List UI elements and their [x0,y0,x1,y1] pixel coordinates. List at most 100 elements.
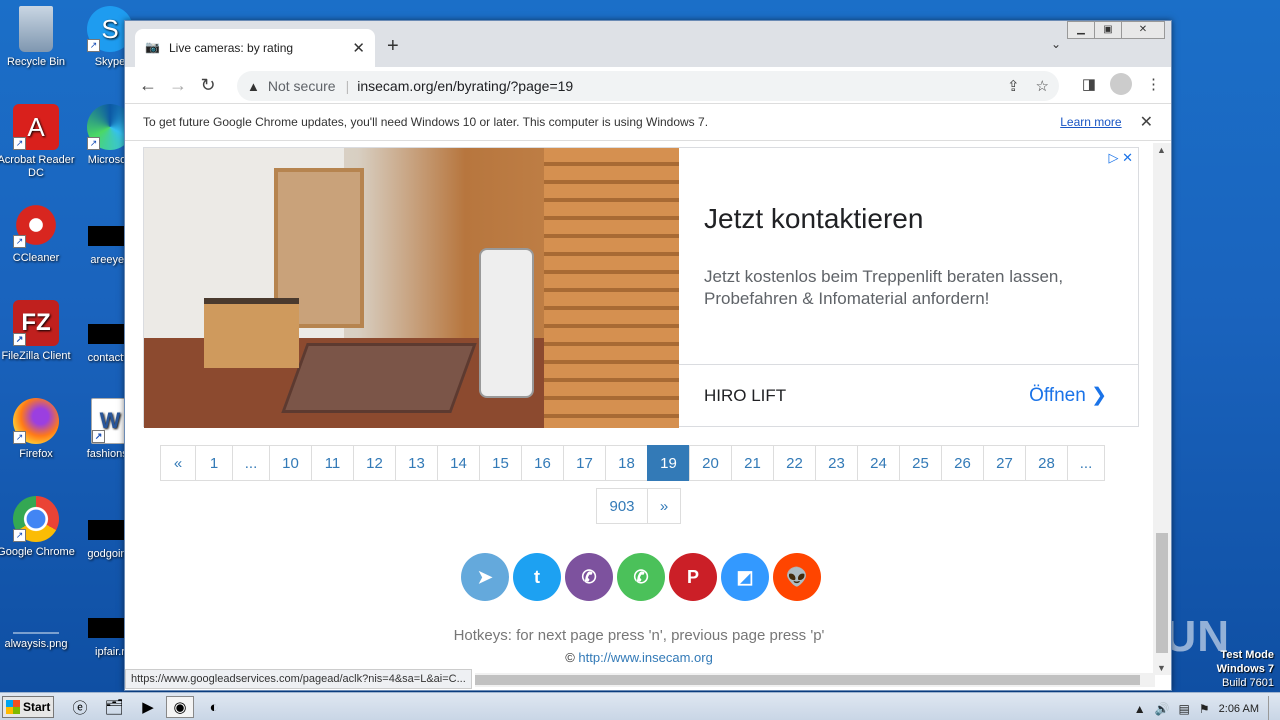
clock[interactable]: 2:06 AM [1219,703,1259,715]
taskbar-explorer-icon[interactable]: 🗂 [100,696,128,718]
tab-close-icon[interactable]: ✕ [352,39,365,57]
page-link[interactable]: 13 [395,445,438,481]
taskbar-media-player-icon[interactable]: ▶ [134,696,162,718]
horizontal-scrollbar[interactable] [475,673,1155,687]
delicious-share-icon[interactable]: ◩ [721,553,769,601]
address-bar[interactable]: ▲ Not secure | insecam.org/en/byrating/?… [237,71,1059,101]
ad-image-rug [281,343,477,413]
horizontal-scroll-thumb[interactable] [475,675,1140,685]
windows-logo-icon [6,700,20,714]
ad-image-cabinet [204,298,299,368]
url-text[interactable]: insecam.org/en/byrating/?page=19 [357,78,991,94]
desktop-icon-ccleaner[interactable]: ↗ CCleaner [0,202,76,265]
adchoices-icon[interactable]: ▷ ✕ [1108,150,1133,166]
test-mode-notice: Test Mode Windows 7 Build 7601 [1217,648,1274,690]
reload-icon[interactable]: ↻ [193,75,223,96]
copyright: © http://www.insecam.org [125,650,1153,665]
page-link[interactable]: 11 [311,445,354,481]
advertisement[interactable]: ▷ ✕ Jetzt kontaktieren Jetzt kostenlos b… [143,147,1139,428]
tab-search-chevron-icon[interactable]: ⌄ [1051,37,1061,51]
infobar-message: To get future Google Chrome updates, you… [143,115,709,129]
page-link[interactable]: 16 [521,445,564,481]
ad-brand[interactable]: HIRO LIFT [704,386,786,406]
filezilla-icon: FZ ↗ [13,300,59,346]
page-link[interactable]: 19 [647,445,690,481]
page-link[interactable]: 22 [773,445,816,481]
share-icon[interactable]: ⇪ [1007,77,1020,95]
page-link[interactable]: 27 [983,445,1026,481]
desktop-icon-acrobat[interactable]: A ↗ Acrobat Reader DC [0,104,76,180]
page-link[interactable]: 18 [605,445,648,481]
page-link[interactable]: 26 [941,445,984,481]
page-link[interactable]: » [647,488,681,524]
desktop-icon-image[interactable]: alwaysis.png [0,594,76,651]
whatsapp-share-icon[interactable]: ✆ [617,553,665,601]
page-link[interactable]: 25 [899,445,942,481]
back-arrow-icon[interactable]: ← [133,75,163,96]
viber-share-icon[interactable]: ✆ [565,553,613,601]
insecam-link[interactable]: http://www.insecam.org [578,650,712,665]
ad-image-stairlift-chair [479,248,534,398]
page-link[interactable]: ... [1067,445,1105,481]
not-secure-label[interactable]: Not secure [268,78,336,94]
bookmark-star-icon[interactable]: ☆ [1036,77,1049,95]
action-center-flag-icon[interactable]: ⚑ [1199,702,1210,716]
close-window-button[interactable]: ✕ [1121,21,1165,39]
start-button[interactable]: Start [2,696,54,718]
vertical-scrollbar[interactable]: ▲ ▼ [1153,143,1171,675]
page-link[interactable]: 15 [479,445,522,481]
file-icon [88,618,124,638]
maximize-button[interactable]: ▣ [1094,21,1122,39]
infobar-close-icon[interactable]: ✕ [1140,112,1153,132]
taskbar-edge-icon[interactable]: ◐ [200,696,228,718]
taskbar-chrome-icon[interactable]: ◉ [166,696,194,718]
minimize-button[interactable]: ▁ [1067,21,1095,39]
page-link[interactable]: 1 [195,445,233,481]
file-icon [88,520,124,540]
tab-live-cameras[interactable]: 📷 Live cameras: by rating ✕ [135,29,375,67]
hotkeys-hint: Hotkeys: for next page press 'n', previo… [453,627,825,644]
page-link[interactable]: ... [232,445,270,481]
ad-description[interactable]: Jetzt kostenlos beim Treppenlift beraten… [704,266,1114,310]
scroll-up-arrow-icon[interactable]: ▲ [1157,145,1166,155]
telegram-share-icon[interactable]: ➤ [461,553,509,601]
new-tab-button[interactable]: + [387,35,399,58]
tab-strip: 📷 Live cameras: by rating ✕ + ⌄ ▁ ▣ ✕ [125,21,1171,67]
reddit-share-icon[interactable]: 👽 [773,553,821,601]
tray-expand-icon[interactable]: ▲ [1134,702,1146,716]
page-link[interactable]: 20 [689,445,732,481]
desktop-icon-recycle-bin[interactable]: Recycle Bin [0,6,76,69]
ad-headline[interactable]: Jetzt kontaktieren [704,203,923,235]
start-label: Start [23,700,51,714]
page-link[interactable]: 10 [269,445,312,481]
volume-icon[interactable]: 🔊 [1155,702,1170,716]
learn-more-link[interactable]: Learn more [1060,115,1121,129]
desktop-icon-firefox[interactable]: ↗ Firefox [0,398,76,461]
network-icon[interactable]: ▤ [1179,702,1190,716]
profile-avatar-icon[interactable] [1110,73,1132,95]
desktop-icon-chrome[interactable]: ↗ Google Chrome [0,496,76,559]
page-link[interactable]: 24 [857,445,900,481]
show-desktop-button[interactable] [1268,696,1280,720]
scroll-thumb[interactable] [1156,533,1168,653]
desktop-icon-filezilla[interactable]: FZ ↗ FileZilla Client [0,300,76,363]
taskbar-ie-icon[interactable]: ⓔ [66,696,94,718]
page-link[interactable]: 28 [1025,445,1068,481]
page-link[interactable]: 23 [815,445,858,481]
twitter-share-icon[interactable]: t [513,553,561,601]
page-link[interactable]: 12 [353,445,396,481]
warning-triangle-icon[interactable]: ▲ [247,79,260,94]
page-link[interactable]: « [160,445,196,481]
ad-open-button[interactable]: Öffnen ❯ [1029,384,1107,407]
file-icon [88,226,124,246]
side-panel-icon[interactable]: ◨ [1082,75,1096,93]
menu-kebab-icon[interactable]: ⋮ [1146,75,1161,93]
ad-image-stairlift[interactable] [144,148,679,428]
page-link[interactable]: 17 [563,445,606,481]
scroll-down-arrow-icon[interactable]: ▼ [1157,663,1166,673]
page-link[interactable]: 14 [437,445,480,481]
forward-arrow-icon[interactable]: → [163,75,193,96]
page-link[interactable]: 903 [596,488,648,524]
pinterest-share-icon[interactable]: P [669,553,717,601]
page-link[interactable]: 21 [731,445,774,481]
